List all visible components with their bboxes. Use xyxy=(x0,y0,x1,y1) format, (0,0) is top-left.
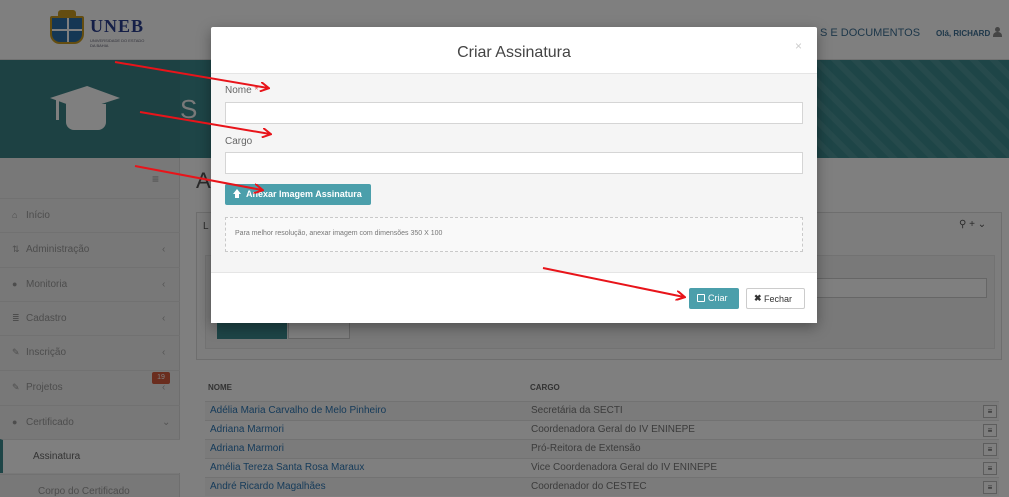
save-icon xyxy=(697,294,705,302)
fechar-button-label: Fechar xyxy=(764,294,793,304)
image-drop-zone[interactable]: Para melhor resolução, anexar imagem com… xyxy=(225,217,803,252)
close-icon[interactable]: × xyxy=(795,39,802,53)
cargo-label: Cargo xyxy=(225,136,253,147)
nome-label: Nome * xyxy=(225,85,259,96)
modal-body: Nome * Cargo Anexar Imagem Assinatura Pa… xyxy=(211,74,817,272)
attach-signature-image-button[interactable]: Anexar Imagem Assinatura xyxy=(225,184,371,205)
dimension-hint: Para melhor resolução, anexar imagem com… xyxy=(235,230,443,237)
cargo-input[interactable] xyxy=(225,152,803,174)
modal-footer: Criar ✖ Fechar xyxy=(211,272,817,323)
close-icon: ✖ xyxy=(754,293,762,303)
criar-button-label: Criar xyxy=(708,293,728,303)
modal-header: Criar Assinatura × xyxy=(211,27,817,74)
nome-input[interactable] xyxy=(225,102,803,124)
upload-icon xyxy=(233,189,241,199)
modal-title: Criar Assinatura xyxy=(457,44,571,61)
attach-button-label: Anexar Imagem Assinatura xyxy=(246,189,362,199)
create-signature-modal: Criar Assinatura × Nome * Cargo Anexar I… xyxy=(211,27,817,323)
criar-button[interactable]: Criar xyxy=(689,288,739,309)
fechar-button[interactable]: ✖ Fechar xyxy=(746,288,805,309)
